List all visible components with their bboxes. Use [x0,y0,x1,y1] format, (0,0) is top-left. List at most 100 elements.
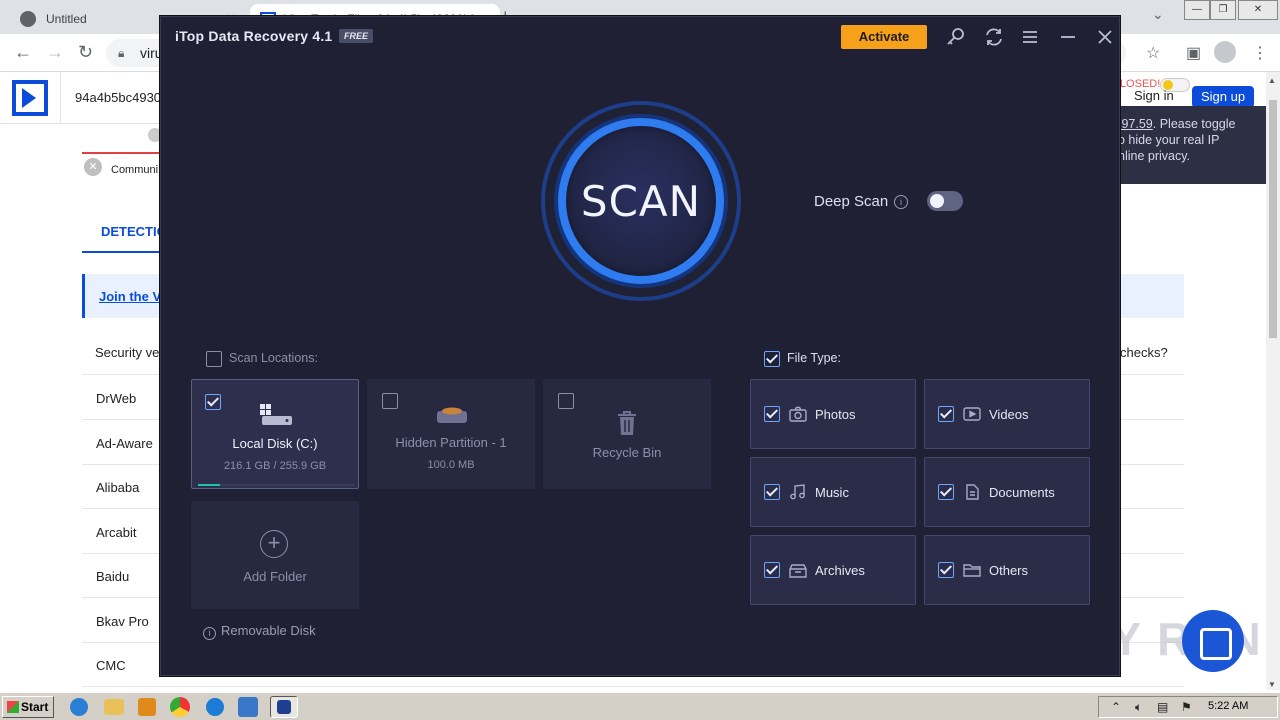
location-name: Hidden Partition - 1 [395,435,507,450]
archives-checkbox[interactable] [764,562,780,578]
edge-icon[interactable] [206,698,224,716]
tab-detection[interactable]: DETECTIO [101,224,167,239]
file-type-name: Archives [815,563,865,578]
scrollbar-thumb[interactable] [1269,100,1277,338]
globe-icon [20,11,36,27]
score-bar [82,152,162,154]
file-type-name: Photos [815,407,856,422]
camera-icon [789,406,807,422]
flag-icon[interactable]: ⚑ [1181,700,1192,714]
location-name: Recycle Bin [592,445,662,460]
file-type-music[interactable]: Music [750,457,916,527]
close-window-button[interactable]: ✕ [1238,0,1278,20]
close-icon[interactable] [1094,26,1116,48]
scroll-up-icon[interactable]: ▲ [1268,76,1276,85]
tray-chevron-icon[interactable]: ⌃ [1111,700,1121,714]
menu-icon[interactable] [1019,26,1041,48]
file-type-name: Music [815,485,849,500]
windows-drive-icon [260,404,292,425]
vendor-name: Ad-Aware [96,436,153,451]
add-folder-card[interactable]: + Add Folder [191,501,359,609]
plus-icon: + [260,530,288,558]
file-type-name: Videos [989,407,1029,422]
free-badge: FREE [339,29,374,43]
location-card-local-disk[interactable]: Local Disk (C:) 216.1 GB / 255.9 GB [191,379,359,489]
taskbar-clock: 5:22 AM [1208,700,1249,712]
kebab-menu-icon[interactable]: ⋮ [1252,43,1268,63]
itop-taskbar-button[interactable] [270,696,298,718]
page-scrollbar[interactable] [1266,72,1280,690]
videos-checkbox[interactable] [938,406,954,422]
file-type-videos[interactable]: Videos [924,379,1090,449]
itop-app-icon [277,700,291,714]
checks-link[interactable]: checks? [1120,345,1168,360]
hidden-partition-checkbox[interactable] [382,393,398,409]
vpn-tooltip: .97.59. Please toggle o hide your real I… [1112,106,1270,184]
profile-avatar[interactable] [1214,41,1236,63]
vpn-text-3: nline privacy. [1118,149,1191,163]
local-disk-checkbox[interactable] [205,394,221,410]
virustotal-logo-icon[interactable] [12,80,48,116]
vendor-name: Alibaba [96,480,140,495]
location-size: 216.1 GB / 255.9 GB [223,460,327,472]
photos-checkbox[interactable] [764,406,780,422]
documents-checkbox[interactable] [938,484,954,500]
vpn-text-2: o hide your real IP [1118,133,1220,147]
document-icon [963,484,981,500]
scan-label: SCAN [580,176,702,226]
vendor-name: Arcabit [96,525,137,540]
key-icon[interactable] [945,26,967,48]
scan-button[interactable]: SCAN [558,118,724,284]
volume-icon[interactable]: 🔈︎ [1135,700,1142,715]
forward-icon[interactable]: → [46,42,64,63]
folder-icon [963,562,981,578]
removable-disk-label: Removable Disk [221,623,316,638]
location-card-hidden-partition[interactable]: Hidden Partition - 1 100.0 MB [367,379,535,489]
system-tray: ⌃ 🔈︎ ▤ ⚑ [1098,696,1278,718]
chrome-icon[interactable] [170,697,190,717]
scan-locations-checkbox[interactable] [206,351,222,367]
add-folder-label: Add Folder [243,569,307,584]
file-type-others[interactable]: Others [924,535,1090,605]
explorer-icon[interactable] [104,699,124,715]
file-type-label: File Type: [787,351,841,365]
maximize-button[interactable]: ❐ [1210,0,1236,20]
sign-in-link[interactable]: Sign in [1134,88,1174,103]
file-type-photos[interactable]: Photos [750,379,916,449]
tab-label: Untitled [46,12,87,26]
join-link[interactable]: Join the V [99,289,161,304]
others-checkbox[interactable] [938,562,954,578]
scroll-down-icon[interactable]: ▼ [1268,680,1276,689]
back-icon[interactable]: ← [14,42,32,63]
refresh-icon[interactable] [983,26,1005,48]
bookmark-star-icon[interactable]: ☆ [1146,43,1160,63]
vendor-name: DrWeb [96,391,137,406]
activate-button[interactable]: Activate [841,25,927,49]
minimize-button[interactable]: — [1184,0,1210,20]
start-button[interactable]: Start [2,696,54,718]
sign-up-button[interactable]: Sign up [1192,86,1254,108]
file-type-checkbox[interactable] [764,351,780,367]
video-icon [963,406,981,422]
shield-app-icon[interactable] [238,697,258,717]
tab-search-chevron-icon[interactable]: ⌄ [1152,6,1164,23]
media-player-icon[interactable] [138,698,156,716]
side-panel-icon[interactable]: ▣ [1186,43,1201,63]
location-card-recycle-bin[interactable]: Recycle Bin [543,379,711,489]
minimize-icon[interactable] [1057,26,1079,48]
deep-scan-toggle[interactable] [927,191,963,211]
vpn-text-1: . Please toggle [1152,117,1236,131]
music-checkbox[interactable] [764,484,780,500]
file-type-archives[interactable]: Archives [750,535,916,605]
network-icon[interactable]: ▤ [1157,700,1168,714]
itop-window: iTop Data Recovery 4.1 FREE Activate SCA… [160,16,1120,676]
security-vendors-heading: Security ve [95,345,160,360]
ie-icon[interactable] [70,698,88,716]
disk-usage-bar [198,484,354,486]
info-icon[interactable]: i [894,195,908,209]
removable-disk-link[interactable]: i Removable Disk [203,623,316,640]
recycle-bin-checkbox[interactable] [558,393,574,409]
reload-icon[interactable]: ↻ [78,42,93,63]
file-type-documents[interactable]: Documents [924,457,1090,527]
community-score-label: Communi [111,164,159,176]
